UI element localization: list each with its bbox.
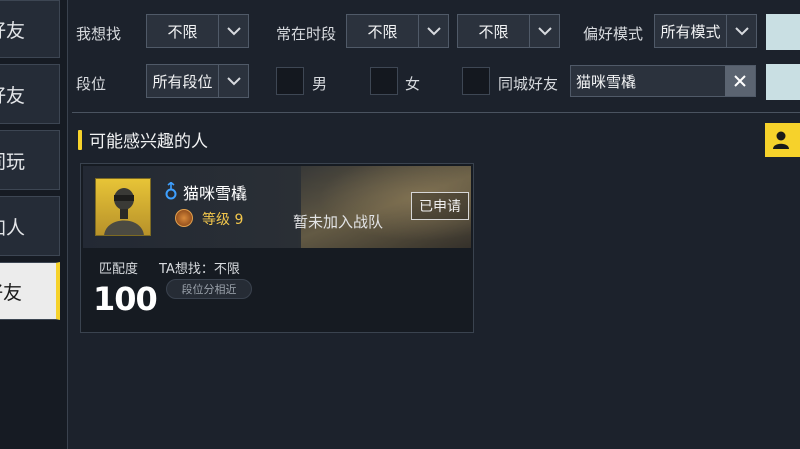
female-checkbox[interactable]: [370, 67, 398, 95]
sidebar-item-play-together[interactable]: 同玩: [0, 130, 60, 190]
chevron-down-icon: [218, 15, 248, 47]
sidebar-item-label: 同玩: [0, 150, 25, 173]
rank-label: 段位: [76, 75, 107, 93]
rank-similar-tag: 段位分相近: [166, 279, 252, 299]
chevron-down-icon: [218, 65, 248, 97]
same-city-label: 同城好友: [498, 75, 559, 93]
bronze-rank-icon: [175, 209, 193, 227]
want-select-value: 不限: [167, 22, 198, 41]
rank-select-value: 所有段位: [152, 72, 213, 91]
mode-select[interactable]: 所有模式: [654, 14, 757, 48]
time-select-end[interactable]: 不限: [457, 14, 560, 48]
search-input-value: 猫咪雪橇: [576, 72, 637, 91]
male-label: 男: [312, 75, 328, 93]
time-select-end-value: 不限: [478, 22, 509, 41]
mode-select-value: 所有模式: [660, 22, 721, 41]
sidebar-item-label: 好友: [0, 84, 25, 107]
sidebar-item-friends-1[interactable]: 好友: [0, 0, 60, 58]
person-icon: [773, 131, 789, 149]
sidebar-item-find-friends[interactable]: 好友: [0, 262, 60, 320]
section-title-text: 可能感兴趣的人: [89, 132, 208, 152]
chevron-down-icon: [726, 15, 756, 47]
section-accent-bar: [78, 129, 82, 150]
want-select[interactable]: 不限: [146, 14, 249, 48]
side-panel-tab-2[interactable]: [766, 64, 800, 100]
player-level: 等级 9: [202, 212, 244, 228]
ta-want-text: TA想找：不限: [159, 262, 240, 277]
avatar[interactable]: [95, 178, 151, 236]
sidebar-item-label: 好友: [0, 281, 22, 304]
mode-label: 偏好模式: [583, 25, 644, 43]
want-label: 我想找: [76, 25, 122, 43]
close-icon[interactable]: [725, 66, 755, 96]
sidebar-item-add-people[interactable]: 加人: [0, 196, 60, 256]
chevron-down-icon: [418, 15, 448, 47]
same-city-checkbox[interactable]: [462, 67, 490, 95]
side-panel-tab-1[interactable]: [766, 14, 800, 50]
time-label: 常在时段: [276, 25, 337, 43]
player-card[interactable]: 猫咪雪橇 等级 9 暂未加入战队 已申请 匹配度 100 TA想找：不限 段位分…: [80, 163, 474, 333]
male-gender-icon: [165, 182, 177, 200]
applied-button[interactable]: 已申请: [411, 192, 469, 220]
chevron-down-icon: [529, 15, 559, 47]
time-select-start-value: 不限: [367, 22, 398, 41]
team-status: 暂未加入战队: [293, 213, 384, 231]
sidebar-item-label: 加人: [0, 216, 25, 239]
time-select-start[interactable]: 不限: [346, 14, 449, 48]
divider: [72, 112, 800, 113]
male-checkbox[interactable]: [276, 67, 304, 95]
invite-button[interactable]: [765, 123, 800, 157]
search-input[interactable]: 猫咪雪橇: [570, 65, 756, 97]
player-name: 猫咪雪橇: [183, 184, 248, 203]
sidebar-nav: 好友 好友 同玩 加人 好友: [0, 0, 68, 449]
card-header: 猫咪雪橇 等级 9 暂未加入战队 已申请: [83, 166, 471, 248]
sidebar-item-friends-2[interactable]: 好友: [0, 64, 60, 124]
sidebar-item-label: 好友: [0, 19, 25, 42]
section-title: 可能感兴趣的人: [78, 127, 208, 152]
rank-select[interactable]: 所有段位: [146, 64, 249, 98]
match-value: 100: [93, 280, 158, 318]
match-label: 匹配度: [99, 262, 139, 277]
female-label: 女: [405, 75, 421, 93]
